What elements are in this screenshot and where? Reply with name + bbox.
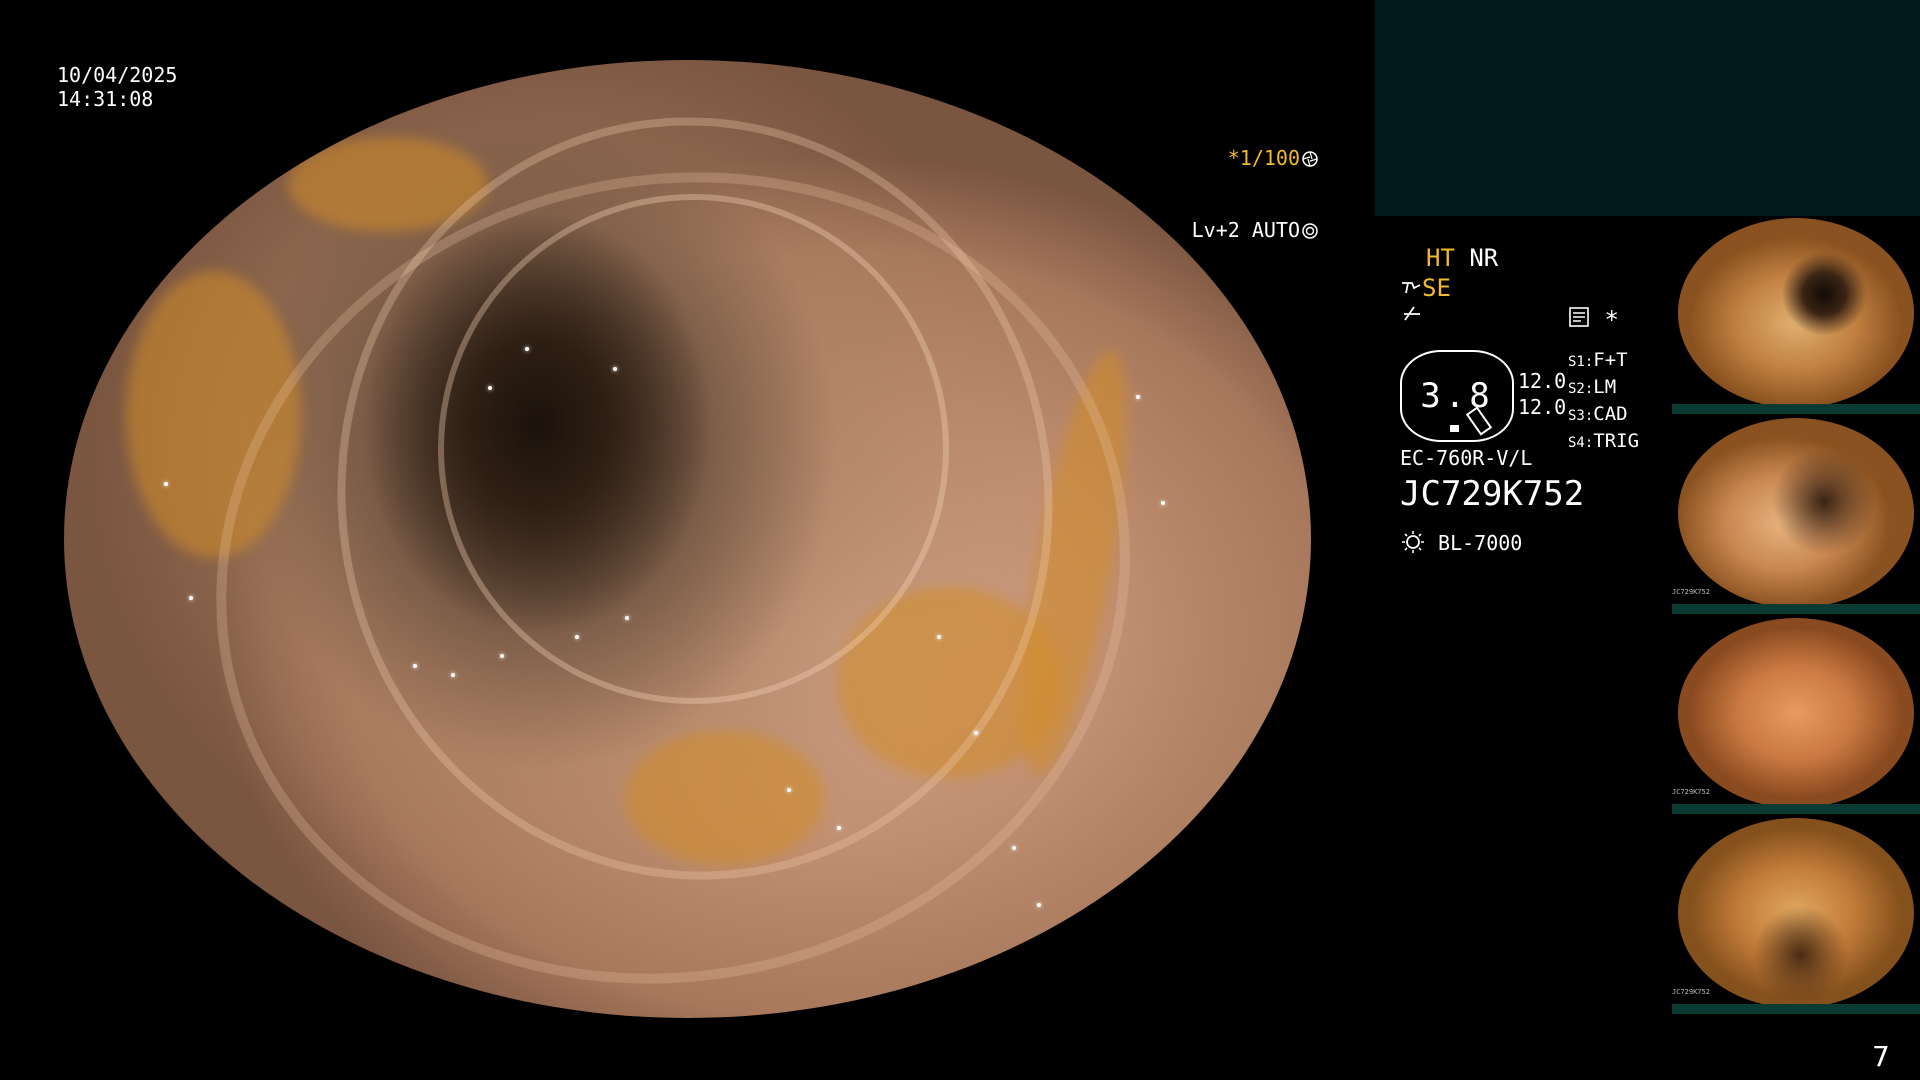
thumbnail-strip <box>1672 404 1920 414</box>
time-text: 14:31:08 <box>57 87 154 111</box>
thumbnail-caption: JC729K752 <box>1672 588 1710 596</box>
reflection <box>1161 500 1166 505</box>
reflection <box>974 730 979 735</box>
thumbnail[interactable]: JC729K752 <box>1672 416 1920 614</box>
ht-label: HT <box>1426 244 1455 272</box>
serial-number: JC729K752 <box>1400 474 1585 514</box>
thumbnail-image <box>1678 618 1914 808</box>
thumbnail-strip <box>1672 804 1920 814</box>
switch-value: TRIG <box>1593 430 1640 452</box>
switch-list: S1:F+T S2:LM S3:CAD S4:TRIG <box>1568 348 1639 456</box>
switch-value: F+T <box>1593 349 1628 371</box>
exposure-overlay: *1/100 Lv+2 AUTO <box>1188 98 1318 266</box>
asterisk-text: * <box>1604 306 1619 334</box>
page-number: 7 <box>1872 1040 1890 1073</box>
light-icon <box>1400 531 1426 555</box>
thumbnail[interactable]: JC729K752 <box>1672 616 1920 814</box>
scope-value-display: 3.8 <box>1400 350 1514 442</box>
nr-label: NR <box>1469 244 1499 272</box>
thumbnail-caption: JC729K752 <box>1672 788 1710 796</box>
thumbnail-column: JC729K752 JC729K752 JC729K752 <box>1672 216 1920 1016</box>
thumbnail[interactable] <box>1672 216 1920 414</box>
switch-key: S4: <box>1568 435 1594 451</box>
top-right-panel <box>1375 0 1920 216</box>
reflection <box>1036 903 1041 908</box>
reflection <box>487 385 492 390</box>
reflection <box>1136 395 1141 400</box>
reflection <box>450 673 455 678</box>
left-values: 12.0 12.0 <box>1518 368 1566 420</box>
reflection <box>163 481 168 486</box>
endoscopy-main-view <box>64 60 1311 1018</box>
memo-row: * <box>1568 306 1619 334</box>
thumbnail-strip <box>1672 1004 1920 1014</box>
thumbnail[interactable]: JC729K752 <box>1672 816 1920 1014</box>
thumbnail-image <box>1678 418 1914 608</box>
switch-key: S3: <box>1568 408 1594 424</box>
left-value-1: 12.0 <box>1518 369 1567 393</box>
reflection <box>625 615 630 620</box>
thumbnail-strip <box>1672 604 1920 614</box>
light-source-row: BL-7000 <box>1400 530 1522 555</box>
level-text: Lv+2 AUTO <box>1191 218 1300 242</box>
thumbnail-image <box>1678 218 1914 408</box>
datetime-overlay: 10/04/2025 14:31:08 <box>57 63 177 111</box>
memo-icon <box>1568 306 1590 334</box>
aperture-icon <box>1300 146 1318 170</box>
ht-nr-row: HT NR <box>1426 244 1498 272</box>
date-text: 10/04/2025 <box>57 63 178 87</box>
left-value-2: 12.0 <box>1518 395 1567 419</box>
reflection <box>936 634 941 639</box>
thumbnail-caption: JC729K752 <box>1672 988 1710 996</box>
indicator-square <box>1450 425 1459 432</box>
scope-value: 3.8 <box>1420 376 1494 416</box>
scope-model: EC-760R-V/L <box>1400 446 1533 470</box>
switch-value: LM <box>1593 376 1617 398</box>
se-row: SE <box>1400 274 1451 302</box>
se-label: SE <box>1422 274 1451 302</box>
settings-panel: HT NR SE * 3.8 12.0 12.0 S1:F+T S2:LM S3… <box>1400 240 1670 560</box>
thumbnail-image <box>1678 818 1914 1008</box>
reflection <box>413 663 418 668</box>
switch-key: S2: <box>1568 381 1594 397</box>
switch-key: S1: <box>1568 354 1594 370</box>
signal-icon <box>1402 304 1424 332</box>
shutter-text: *1/100 <box>1227 146 1300 170</box>
iris-icon <box>1300 218 1318 242</box>
light-source-text: BL-7000 <box>1438 531 1523 555</box>
reflection <box>612 366 617 371</box>
reflection <box>188 596 193 601</box>
reflection <box>1011 845 1016 850</box>
switch-value: CAD <box>1593 403 1628 425</box>
scope-icon <box>1400 274 1422 302</box>
